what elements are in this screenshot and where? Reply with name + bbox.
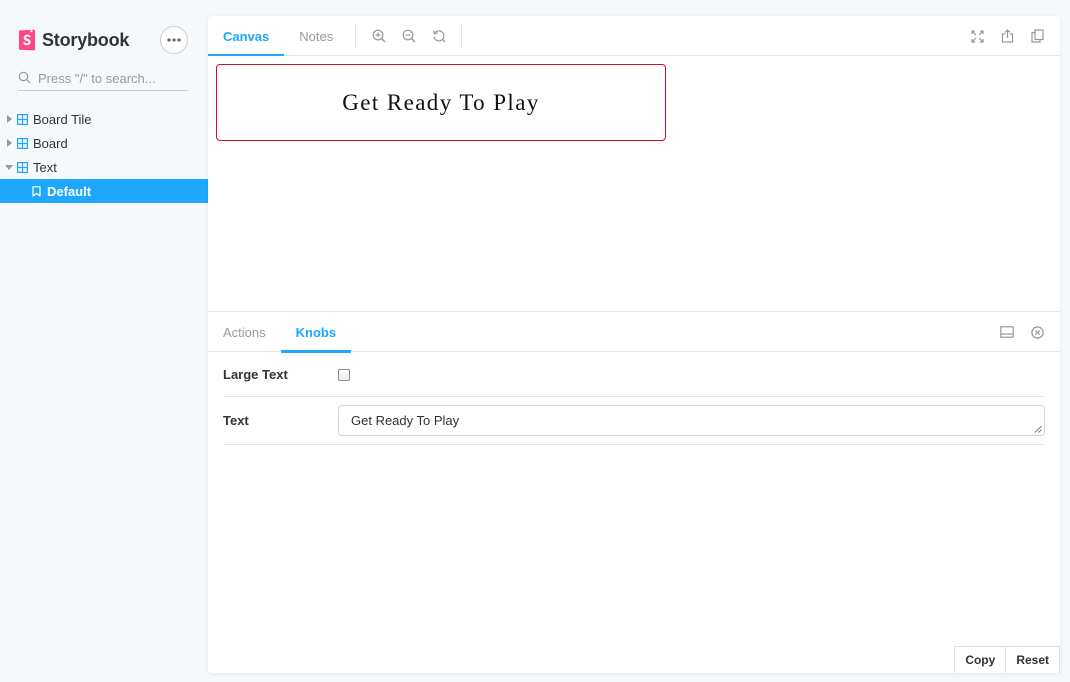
knob-text: Text Get Ready To Play xyxy=(223,397,1045,445)
story-canvas: Get Ready To Play xyxy=(208,56,1060,311)
toolbar-divider xyxy=(355,23,357,48)
reset-zoom-button[interactable] xyxy=(424,16,454,56)
story-text: Get Ready To Play xyxy=(342,89,540,115)
zoom-in-button[interactable] xyxy=(364,16,394,56)
caret-right-icon xyxy=(5,115,13,123)
component-icon xyxy=(17,113,28,125)
sidebar-item-label: Text xyxy=(33,159,57,175)
sidebar-item-label: Board xyxy=(33,135,68,151)
brand-row: Storybook xyxy=(18,26,188,54)
addons-tabbar: Actions Knobs xyxy=(208,312,1060,353)
zoom-in-icon xyxy=(372,29,386,43)
bookmark-icon xyxy=(32,185,42,197)
tab-actions[interactable]: Actions xyxy=(208,312,281,352)
panel-position-button[interactable] xyxy=(992,312,1022,352)
knob-large-text: Large Text xyxy=(223,353,1045,397)
reset-zoom-icon xyxy=(433,30,446,43)
tab-notes[interactable]: Notes xyxy=(284,16,348,56)
resize-grip-icon[interactable] xyxy=(1034,425,1042,433)
open-new-tab-button[interactable] xyxy=(992,16,1022,56)
fullscreen-button[interactable] xyxy=(962,16,992,56)
sidebar-item-board-tile[interactable]: Board Tile xyxy=(0,107,208,131)
ellipsis-icon xyxy=(167,38,181,42)
sidebar: Storybook Press "/" to search... Board T… xyxy=(0,0,208,682)
sidebar-menu-button[interactable] xyxy=(160,26,188,54)
toolbar-right xyxy=(962,16,1060,55)
component-icon xyxy=(17,137,28,149)
preview-panel: Canvas Notes Get Ready To Play Actions K… xyxy=(208,16,1060,673)
sidebar-story-label: Default xyxy=(47,183,92,199)
copy-link-button[interactable] xyxy=(1022,16,1052,56)
preview-toolbar: Canvas Notes xyxy=(208,16,1060,57)
knob-label: Large Text xyxy=(223,367,288,382)
brand-name: Storybook xyxy=(42,29,130,50)
reset-button[interactable]: Reset xyxy=(1006,646,1060,673)
toolbar-divider xyxy=(461,23,463,48)
knobs-list: Large Text Text Get Ready To Play xyxy=(223,353,1045,445)
storybook-logo-icon xyxy=(19,29,35,51)
sidebar-item-text[interactable]: Text xyxy=(0,155,208,179)
zoom-out-button[interactable] xyxy=(394,16,424,56)
sidebar-item-board[interactable]: Board xyxy=(0,131,208,155)
close-panel-icon xyxy=(1030,325,1044,339)
story-tree: Board Tile Board Text Default xyxy=(0,107,208,203)
copy-icon xyxy=(1030,29,1044,43)
panel-position-icon xyxy=(1000,326,1014,338)
component-icon xyxy=(17,161,28,173)
addons-panel: Actions Knobs Large Text Text Get Ready … xyxy=(208,311,1060,673)
sidebar-search xyxy=(18,66,188,91)
close-panel-button[interactable] xyxy=(1022,312,1052,352)
search-icon xyxy=(18,71,32,85)
zoom-out-icon xyxy=(402,29,416,43)
tab-canvas[interactable]: Canvas xyxy=(208,16,285,57)
caret-right-icon xyxy=(5,139,13,147)
knobs-footer: Copy Reset xyxy=(954,646,1060,673)
text-knob-value: Get Ready To Play xyxy=(351,413,460,428)
knob-label: Text xyxy=(223,413,249,428)
share-icon xyxy=(1001,29,1013,43)
tab-knobs[interactable]: Knobs xyxy=(280,312,352,353)
search-input[interactable] xyxy=(38,70,178,86)
fullscreen-icon xyxy=(970,29,984,43)
copy-button[interactable]: Copy xyxy=(954,646,1007,673)
text-component: Get Ready To Play xyxy=(216,64,666,141)
large-text-checkbox[interactable] xyxy=(338,368,350,381)
caret-down-icon xyxy=(5,163,13,171)
sidebar-story-default[interactable]: Default xyxy=(0,179,208,203)
sidebar-item-label: Board Tile xyxy=(33,111,92,127)
storybook-brand[interactable]: Storybook xyxy=(18,29,129,51)
addons-tools xyxy=(992,312,1060,351)
text-knob-input[interactable]: Get Ready To Play xyxy=(338,405,1045,436)
